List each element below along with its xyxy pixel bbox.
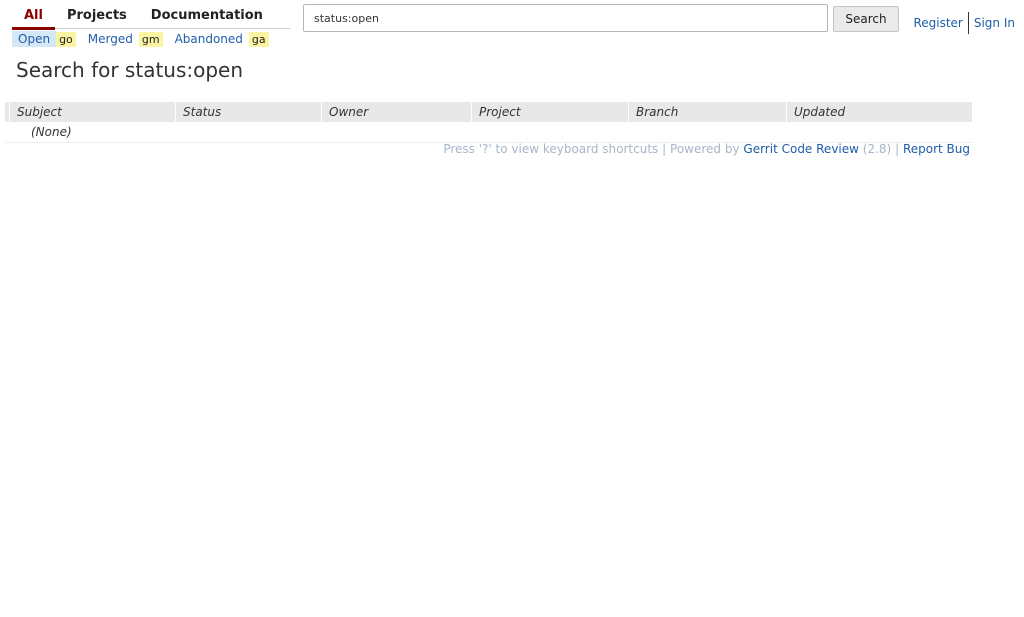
gerrit-link[interactable]: Gerrit Code Review <box>743 142 859 156</box>
column-owner: Owner <box>321 102 472 122</box>
menu-documentation[interactable]: Documentation <box>139 6 275 27</box>
submenu-abandoned[interactable]: Abandoned <box>169 31 249 47</box>
top-navigation: All Projects Documentation Open go Merge… <box>12 6 290 48</box>
page-title: Search for status:open <box>16 58 244 82</box>
table-row: (None) <box>5 122 973 143</box>
column-updated: Updated <box>786 102 973 122</box>
column-subject: Subject <box>9 102 176 122</box>
column-branch: Branch <box>628 102 787 122</box>
account-divider <box>967 12 969 34</box>
version-text: (2.8) <box>862 142 892 156</box>
menu-projects[interactable]: Projects <box>55 6 139 27</box>
account-links: Register Sign In <box>913 12 1015 34</box>
shortcut-key-ga: ga <box>248 31 269 47</box>
column-status: Status <box>175 102 322 122</box>
search-button[interactable]: Search <box>833 6 899 32</box>
sign-in-link[interactable]: Sign In <box>974 16 1015 30</box>
shortcut-key-gm: gm <box>138 31 163 47</box>
main-menu: All Projects Documentation <box>12 6 290 30</box>
footer-separator-2: | <box>895 142 900 156</box>
report-bug-link[interactable]: Report Bug <box>903 142 970 156</box>
shortcut-key-go: go <box>56 31 76 47</box>
changes-table: Subject Status Owner Project Branch Upda… <box>5 102 973 143</box>
search-input[interactable] <box>303 4 828 32</box>
footer: Press '?' to view keyboard shortcuts | P… <box>443 142 970 156</box>
submenu-open[interactable]: Open <box>12 31 57 47</box>
keyboard-shortcuts-hint: Press '?' to view keyboard shortcuts <box>443 142 659 156</box>
register-link[interactable]: Register <box>913 16 962 30</box>
table-header-row: Subject Status Owner Project Branch Upda… <box>5 102 973 122</box>
empty-results: (None) <box>5 122 973 143</box>
column-project: Project <box>471 102 629 122</box>
submenu-merged[interactable]: Merged <box>82 31 139 47</box>
footer-separator: | <box>662 142 667 156</box>
sub-menu: Open go Merged gm Abandoned ga <box>12 30 290 48</box>
powered-by-text: Powered by <box>670 142 740 156</box>
menu-all[interactable]: All <box>12 6 55 30</box>
